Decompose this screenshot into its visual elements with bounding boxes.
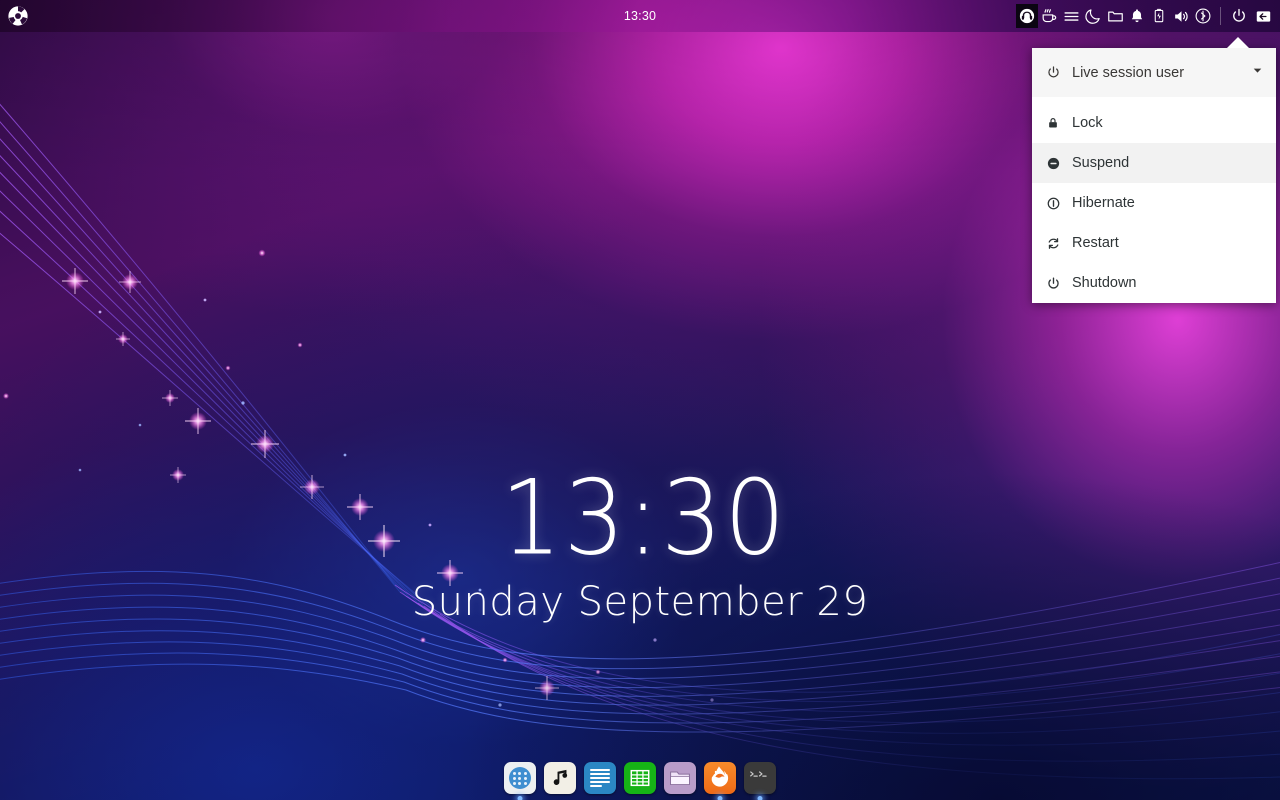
firefox-icon (704, 762, 736, 794)
power-icon[interactable] (1227, 4, 1251, 28)
chevron-down-icon[interactable] (1251, 64, 1264, 81)
app-launcher-icon (504, 762, 536, 794)
logout-icon[interactable] (1251, 4, 1275, 28)
panel-tray (1016, 4, 1280, 28)
headphones-icon[interactable] (1016, 4, 1038, 28)
menu-item-label: Hibernate (1072, 195, 1135, 211)
shutdown-icon (1046, 276, 1072, 291)
suspend-icon (1046, 156, 1072, 171)
running-indicator (717, 796, 723, 800)
menu-item-hibernate[interactable]: Hibernate (1032, 183, 1276, 223)
menu-item-lock[interactable]: Lock (1032, 103, 1276, 143)
menu-item-suspend[interactable]: Suspend (1032, 143, 1276, 183)
menu-item-label: Lock (1072, 115, 1103, 131)
volume-icon[interactable] (1170, 4, 1192, 28)
dock-item-terminal[interactable] (744, 762, 776, 800)
menu-item-label: Restart (1072, 235, 1119, 251)
spreadsheet-icon (624, 762, 656, 794)
battery-icon[interactable] (1148, 4, 1170, 28)
notifications-bell-icon[interactable] (1126, 4, 1148, 28)
menu-item-label: Shutdown (1072, 275, 1137, 291)
power-icon (1046, 65, 1072, 80)
file-manager-icon (664, 762, 696, 794)
menu-item-shutdown[interactable]: Shutdown (1032, 263, 1276, 303)
dock-item-app-launcher[interactable] (504, 762, 536, 800)
menu-item-label: Suspend (1072, 155, 1130, 171)
dock (0, 762, 1280, 800)
lock-icon (1046, 116, 1072, 130)
terminal-icon (744, 762, 776, 794)
session-user-label: Live session user (1072, 64, 1185, 81)
running-indicator (757, 796, 763, 800)
music-note-icon (544, 762, 576, 794)
running-indicator (517, 796, 523, 800)
folder-icon[interactable] (1104, 4, 1126, 28)
dock-item-music-player[interactable] (544, 762, 576, 794)
night-mode-icon[interactable] (1082, 4, 1104, 28)
hibernate-icon (1046, 196, 1072, 211)
menu-icon[interactable] (1060, 4, 1082, 28)
top-panel: 13:30 (0, 0, 1280, 32)
caffeine-icon[interactable] (1038, 4, 1060, 28)
tray-separator (1220, 7, 1221, 25)
session-menu: Live session user Lock Suspend Hibernate… (1032, 48, 1276, 303)
distro-logo-icon[interactable] (6, 4, 30, 28)
menu-item-restart[interactable]: Restart (1032, 223, 1276, 263)
bluetooth-icon[interactable] (1192, 4, 1214, 28)
dock-item-spreadsheet[interactable] (624, 762, 656, 794)
restart-icon (1046, 236, 1072, 251)
dock-item-writer[interactable] (584, 762, 616, 794)
dock-item-file-manager[interactable] (664, 762, 696, 794)
dock-item-firefox[interactable] (704, 762, 736, 800)
panel-left-section (0, 4, 30, 28)
panel-clock[interactable]: 13:30 (624, 9, 656, 23)
document-writer-icon (584, 762, 616, 794)
session-menu-arrow (1227, 37, 1249, 48)
session-menu-header[interactable]: Live session user (1032, 48, 1276, 97)
